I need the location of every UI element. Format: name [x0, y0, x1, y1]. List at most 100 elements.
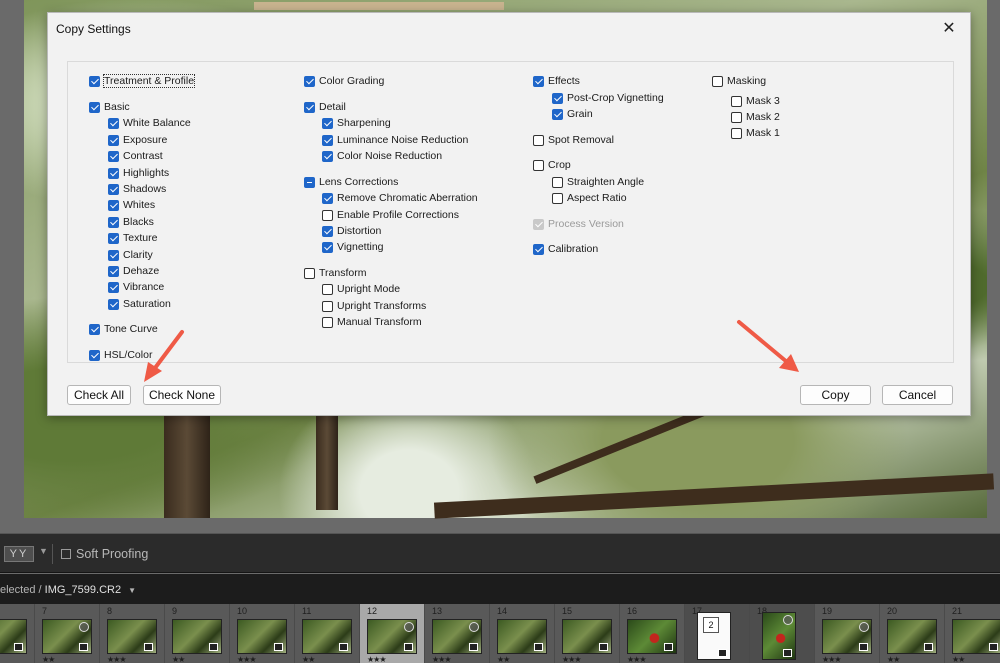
- thumbnail-image: [762, 612, 796, 660]
- filmstrip-thumbnail[interactable]: 9 ★★: [165, 604, 230, 663]
- checkbox-icon: [731, 111, 742, 123]
- option-masking[interactable]: Masking: [712, 74, 766, 88]
- option-lens-corrections[interactable]: Lens Corrections: [304, 175, 398, 189]
- option-detail[interactable]: Detail: [304, 100, 346, 114]
- star-rating: ★★: [42, 655, 55, 663]
- checkbox-icon: [322, 241, 333, 253]
- option-effects[interactable]: Effects: [533, 74, 580, 88]
- filmstrip-thumbnail[interactable]: 14 ★★: [490, 604, 555, 663]
- option-crop[interactable]: Crop: [533, 158, 571, 172]
- filmstrip-thumbnail[interactable]: 21 ★★: [945, 604, 1000, 663]
- checkbox-icon: [322, 117, 333, 129]
- check-all-button[interactable]: Check All: [67, 385, 131, 405]
- checkbox-icon: [322, 192, 333, 204]
- soft-proofing-checkbox[interactable]: [61, 549, 71, 559]
- thumbnail-image: [367, 619, 417, 654]
- option-shadows[interactable]: Shadows: [108, 182, 166, 196]
- option-luminance-noise-reduction[interactable]: Luminance Noise Reduction: [322, 133, 468, 147]
- thumbnail-image: [822, 619, 872, 654]
- option-mask-2[interactable]: Mask 2: [731, 110, 780, 124]
- option-manual-transform[interactable]: Manual Transform: [322, 315, 422, 329]
- option-color-noise-reduction[interactable]: Color Noise Reduction: [322, 149, 442, 163]
- filmstrip-thumbnail[interactable]: 13 ★★★: [425, 604, 490, 663]
- option-color-grading[interactable]: Color Grading: [304, 74, 384, 88]
- checkbox-icon: [89, 323, 100, 335]
- checkbox-icon: [731, 127, 742, 139]
- star-rating: ★★★: [237, 655, 256, 663]
- option-dehaze[interactable]: Dehaze: [108, 264, 159, 278]
- option-vignetting[interactable]: Vignetting: [322, 240, 384, 254]
- option-enable-profile-corrections[interactable]: Enable Profile Corrections: [322, 208, 459, 222]
- filmstrip-thumbnail[interactable]: 16 ★★★: [620, 604, 685, 663]
- checkbox-icon: [108, 265, 119, 277]
- close-icon[interactable]: ✕: [938, 18, 960, 40]
- edited-badge-icon: [924, 643, 933, 651]
- option-sharpening[interactable]: Sharpening: [322, 116, 391, 130]
- option-transform[interactable]: Transform: [304, 266, 366, 280]
- current-filename[interactable]: IMG_7599.CR2: [45, 584, 121, 596]
- checkbox-icon: [552, 176, 563, 188]
- option-blacks[interactable]: Blacks: [108, 215, 154, 229]
- filmstrip-thumbnail-selected[interactable]: 12 ★★★: [360, 604, 425, 663]
- option-saturation[interactable]: Saturation: [108, 297, 171, 311]
- filmstrip-thumbnail[interactable]: 7 ★★: [35, 604, 100, 663]
- check-none-button[interactable]: Check None: [143, 385, 221, 405]
- edited-badge-icon: [274, 643, 283, 651]
- option-post-crop-vignetting[interactable]: Post-Crop Vignetting: [552, 91, 664, 105]
- star-rating: ★★: [302, 655, 315, 663]
- copy-button[interactable]: Copy: [800, 385, 871, 405]
- star-rating: ★★★: [822, 655, 841, 663]
- checkbox-icon: [322, 283, 333, 295]
- chevron-down-icon[interactable]: ▼: [128, 586, 136, 595]
- option-grain[interactable]: Grain: [552, 107, 593, 121]
- loupe-toolbar: YY ▼ Soft Proofing: [0, 533, 1000, 573]
- option-straighten-angle[interactable]: Straighten Angle: [552, 175, 644, 189]
- option-treatment-profile[interactable]: Treatment & Profile: [89, 74, 196, 88]
- checkbox-icon: [89, 75, 100, 87]
- star-rating: ★★★: [432, 655, 451, 663]
- edited-badge-icon: [599, 643, 608, 651]
- option-vibrance[interactable]: Vibrance: [108, 280, 164, 294]
- option-exposure[interactable]: Exposure: [108, 133, 167, 147]
- option-distortion[interactable]: Distortion: [322, 224, 381, 238]
- filmstrip-thumbnail[interactable]: 8 ★★★: [100, 604, 165, 663]
- checkbox-icon: [108, 117, 119, 129]
- option-clarity[interactable]: Clarity: [108, 248, 153, 262]
- option-texture[interactable]: Texture: [108, 231, 157, 245]
- crop-badge-icon: [469, 622, 479, 632]
- filmstrip-thumbnail[interactable]: 19 ★★★: [815, 604, 880, 663]
- option-mask-1[interactable]: Mask 1: [731, 126, 780, 140]
- option-aspect-ratio[interactable]: Aspect Ratio: [552, 191, 627, 205]
- option-calibration[interactable]: Calibration: [533, 242, 598, 256]
- option-contrast[interactable]: Contrast: [108, 149, 163, 163]
- filmstrip-thumbnail[interactable]: 15 ★★★: [555, 604, 620, 663]
- checkbox-icon: [322, 209, 333, 221]
- chevron-down-icon[interactable]: ▼: [39, 546, 48, 556]
- option-spot-removal[interactable]: Spot Removal: [533, 133, 614, 147]
- filmstrip-thumbnail[interactable]: ★★: [0, 604, 35, 663]
- checkbox-icon: [108, 249, 119, 261]
- photo-wood-beam: [254, 2, 504, 10]
- edited-badge-icon: [534, 643, 543, 651]
- filmstrip-thumbnail[interactable]: 11 ★★: [295, 604, 360, 663]
- filmstrip-header: elected / IMG_7599.CR2 ▼: [0, 574, 1000, 604]
- before-after-view-button[interactable]: YY: [4, 546, 34, 562]
- filmstrip-thumbnail[interactable]: 10 ★★★: [230, 604, 295, 663]
- option-mask-3[interactable]: Mask 3: [731, 94, 780, 108]
- filmstrip-thumbnail[interactable]: 18: [750, 604, 815, 663]
- filmstrip-thumbnail[interactable]: 20 ★★: [880, 604, 945, 663]
- edited-badge-icon: [989, 643, 998, 651]
- checkbox-icon: [322, 225, 333, 237]
- filmstrip-thumbnail[interactable]: 17 2: [685, 604, 750, 663]
- option-white-balance[interactable]: White Balance: [108, 116, 191, 130]
- option-whites[interactable]: Whites: [108, 198, 155, 212]
- option-upright-mode[interactable]: Upright Mode: [322, 282, 400, 296]
- checkbox-icon: [731, 95, 742, 107]
- cancel-button[interactable]: Cancel: [882, 385, 953, 405]
- option-upright-transforms[interactable]: Upright Transforms: [322, 299, 426, 313]
- option-remove-chromatic-aberration[interactable]: Remove Chromatic Aberration: [322, 191, 478, 205]
- option-highlights[interactable]: Highlights: [108, 166, 169, 180]
- option-basic[interactable]: Basic: [89, 100, 130, 114]
- edited-badge-icon: [14, 643, 23, 651]
- stack-count-badge[interactable]: 2: [703, 617, 719, 633]
